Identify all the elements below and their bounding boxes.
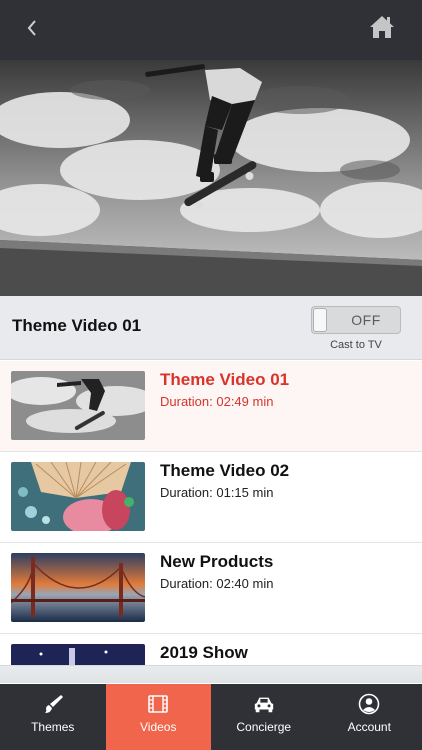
tab-label: Concierge: [236, 720, 292, 734]
tab-themes[interactable]: Themes: [0, 684, 106, 750]
tab-label: Themes: [31, 720, 75, 734]
film-icon: [147, 693, 169, 715]
paintbrush-icon: [42, 693, 64, 715]
video-thumbnail: [11, 644, 145, 666]
tab-concierge[interactable]: Concierge: [211, 684, 317, 750]
app-screen: Theme Video 01 OFF Cast to TV Theme Vide…: [0, 0, 422, 750]
home-button[interactable]: [368, 13, 396, 41]
top-bar: [0, 0, 422, 60]
video-title: 2019 Show: [160, 643, 248, 662]
tab-videos[interactable]: Videos: [105, 684, 211, 750]
car-icon: [253, 693, 275, 715]
cast-toggle[interactable]: OFF: [311, 306, 401, 334]
video-title: Theme Video 02: [160, 461, 290, 480]
video-frame-image: [0, 60, 422, 296]
video-list-item[interactable]: Theme Video 01 Duration: 02:49 min: [0, 361, 422, 452]
person-icon: [358, 693, 380, 715]
video-thumbnail: [11, 371, 145, 440]
home-icon: [370, 16, 394, 38]
tab-label: Videos: [140, 720, 177, 734]
video-title: New Products: [160, 552, 274, 571]
video-duration: Duration: 02:40 min: [160, 576, 274, 591]
video-duration: Duration: 01:15 min: [160, 485, 274, 500]
video-list-item[interactable]: New Products Duration: 02:40 min: [0, 543, 422, 634]
bottom-tab-bar: Themes Videos Concierge Account: [0, 684, 422, 750]
video-thumbnail: [11, 553, 145, 622]
cast-caption: Cast to TV: [330, 339, 382, 351]
video-list-item[interactable]: 2019 Show: [0, 634, 422, 666]
toggle-knob: [313, 308, 327, 332]
list-bottom-edge: [0, 665, 422, 683]
video-thumbnail: [11, 462, 145, 531]
chevron-left-icon: [27, 20, 36, 36]
video-list: Theme Video 01 Duration: 02:49 min Theme…: [0, 361, 422, 666]
video-duration: Duration: 02:49 min: [160, 394, 274, 409]
tab-label: Account: [347, 720, 391, 734]
back-button[interactable]: [20, 16, 44, 40]
cast-toggle-state: OFF: [351, 312, 381, 328]
video-title: Theme Video 01: [160, 370, 290, 389]
video-player[interactable]: [0, 60, 422, 296]
now-playing-title: Theme Video 01: [12, 316, 142, 335]
tab-account[interactable]: Account: [317, 684, 422, 750]
video-list-item[interactable]: Theme Video 02 Duration: 01:15 min: [0, 452, 422, 543]
